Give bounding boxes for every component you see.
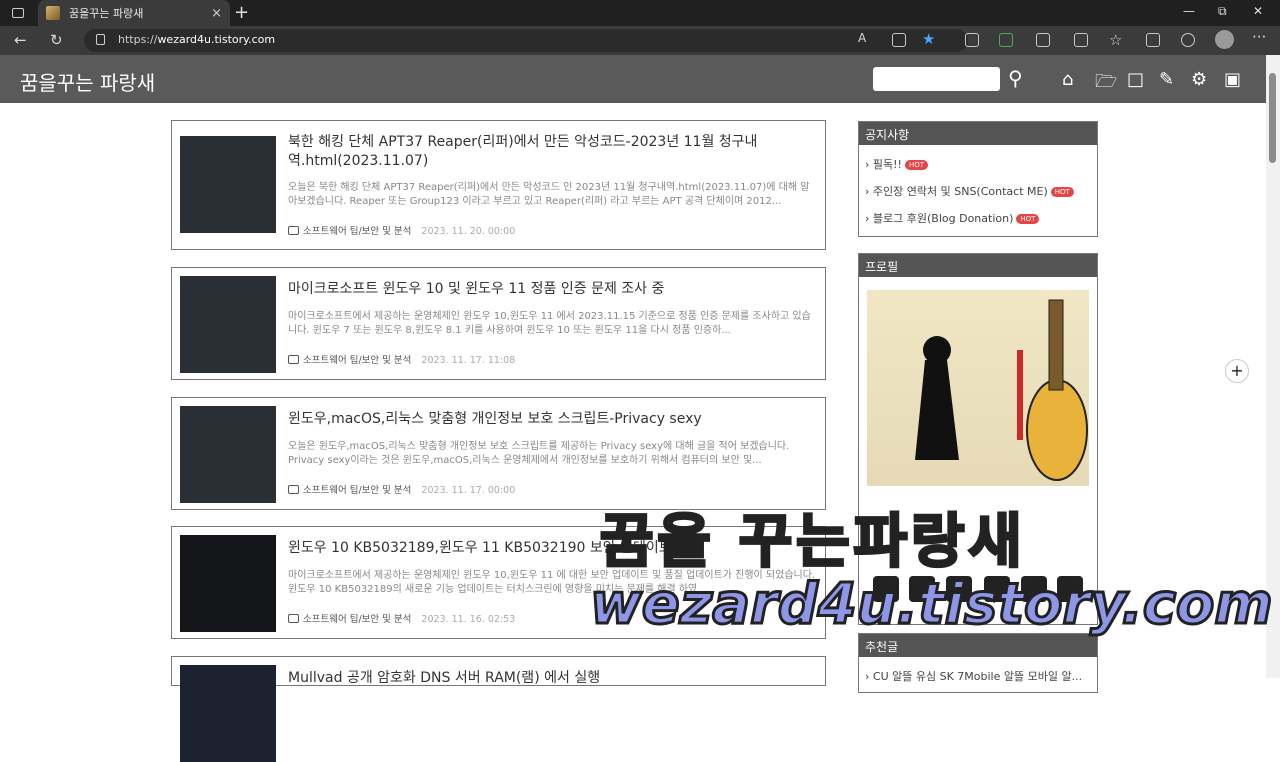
post-category[interactable]: 소프트웨어 팁/보안 및 분석 bbox=[303, 355, 411, 366]
notice-box: 공지사항 › 필독!! HOT › 주인장 연락처 및 SNS(Contact M… bbox=[858, 121, 1098, 237]
restore-icon[interactable]: ⧉ bbox=[1218, 4, 1227, 19]
recommend-list: › CU 알뜰 유심 SK 7Mobile 알뜰 모바일 알... bbox=[859, 657, 1097, 701]
post-title[interactable]: Mullvad 공개 암호화 DNS 서버 RAM(램) 에서 실행 bbox=[288, 669, 818, 688]
extension-icon[interactable] bbox=[965, 33, 979, 47]
split-screen-icon[interactable] bbox=[1074, 33, 1088, 47]
tab-strip: 꿈을꾸는 파랑새 × + — ⧉ ✕ bbox=[0, 0, 1280, 26]
navigation-bar: ← ↻ https://wezard4u.tistory.com A ★ ☆ ·… bbox=[0, 26, 1280, 55]
extension-green-icon[interactable] bbox=[999, 33, 1013, 47]
browser-tab[interactable]: 꿈을꾸는 파랑새 × bbox=[38, 0, 230, 26]
notice-item[interactable]: › 필독!! HOT bbox=[865, 156, 1091, 172]
search-icon[interactable]: ⚲ bbox=[1008, 66, 1023, 90]
blog-header: 꿈을꾸는 파랑새 ⚲ ⌂ 🗁 □ ✎ ⚙ ▣ bbox=[0, 55, 1266, 103]
post-excerpt: 오늘은 윈도우,macOS,리눅스 맞춤형 개인정보 보호 스크립트를 제공하는… bbox=[288, 441, 790, 466]
settings-more-icon[interactable]: ··· bbox=[1252, 28, 1266, 46]
post-meta: 소프트웨어 팁/보안 및 분석 2023. 11. 17. 11:08 bbox=[288, 352, 515, 366]
post-card[interactable]: 북한 해킹 단체 APT37 Reaper(리퍼)에서 만든 악성코드-2023… bbox=[171, 120, 826, 250]
notice-list: › 필독!! HOT › 주인장 연락처 및 SNS(Contact ME) HOT… bbox=[859, 145, 1097, 243]
write-icon[interactable]: ✎ bbox=[1159, 69, 1174, 90]
back-icon[interactable]: ← bbox=[14, 31, 27, 49]
post-thumbnail[interactable] bbox=[180, 406, 276, 503]
profile-illustration bbox=[915, 299, 1088, 481]
post-excerpt: 마이크로소프트에서 제공하는 운영체제인 윈도우 10,윈도우 11 에서 20… bbox=[288, 311, 811, 336]
profile-heading: 프로필 bbox=[859, 254, 1097, 277]
new-tab-button[interactable]: + bbox=[234, 2, 249, 23]
lock-login-icon[interactable]: ▣ bbox=[1224, 69, 1241, 90]
post-meta: 소프트웨어 팁/보안 및 분석 2023. 11. 20. 00:00 bbox=[288, 223, 515, 237]
gear-icon[interactable]: ⚙ bbox=[1191, 69, 1207, 90]
recommend-heading: 추천글 bbox=[859, 634, 1097, 657]
browser-essentials-icon[interactable] bbox=[1181, 33, 1195, 47]
recommend-box: 추천글 › CU 알뜰 유심 SK 7Mobile 알뜰 모바일 알... bbox=[858, 633, 1098, 693]
search-input[interactable] bbox=[873, 67, 1000, 91]
post-title[interactable]: 윈도우,macOS,리눅스 맞춤형 개인정보 보호 스크립트-Privacy s… bbox=[288, 410, 818, 429]
window-close-icon[interactable]: ✕ bbox=[1253, 4, 1263, 18]
scrollbar-thumb[interactable] bbox=[1269, 73, 1276, 163]
read-aloud-icon[interactable]: A bbox=[858, 31, 866, 45]
post-category[interactable]: 소프트웨어 팁/보안 및 분석 bbox=[303, 614, 411, 625]
notice-item[interactable]: › 주인장 연락처 및 SNS(Contact ME) HOT bbox=[865, 183, 1091, 199]
category-icon bbox=[288, 614, 299, 623]
category-icon bbox=[288, 355, 299, 364]
post-category[interactable]: 소프트웨어 팁/보안 및 분석 bbox=[303, 226, 411, 237]
watermark-url: wezard4u.tistory.com bbox=[589, 571, 1275, 639]
tab-title: 꿈을꾸는 파랑새 bbox=[69, 7, 144, 20]
recommend-item[interactable]: › CU 알뜰 유심 SK 7Mobile 알뜰 모바일 알... bbox=[865, 668, 1091, 684]
immersive-reader-icon[interactable] bbox=[892, 33, 906, 47]
tab-close-icon[interactable]: × bbox=[211, 6, 222, 21]
floating-plus-button[interactable]: + bbox=[1225, 359, 1249, 383]
notice-item[interactable]: › 블로그 후원(Blog Donation) HOT bbox=[865, 210, 1091, 226]
profile-image bbox=[867, 290, 1089, 486]
post-date: 2023. 11. 17. 11:08 bbox=[421, 355, 516, 366]
tab-actions-icon[interactable] bbox=[0, 0, 36, 26]
post-date: 2023. 11. 17. 00:00 bbox=[421, 485, 516, 496]
hot-badge: HOT bbox=[904, 160, 929, 170]
favicon-icon bbox=[46, 6, 60, 20]
watermark-title: 꿈을 꾸는파랑새 bbox=[599, 506, 1026, 577]
guestbook-icon[interactable]: □ bbox=[1127, 69, 1144, 90]
url-text: https://wezard4u.tistory.com bbox=[118, 33, 276, 46]
post-meta: 소프트웨어 팁/보안 및 분석 2023. 11. 16. 02:53 bbox=[288, 611, 515, 625]
favorites-icon[interactable]: ☆ bbox=[1109, 31, 1122, 49]
blog-title[interactable]: 꿈을꾸는 파랑새 bbox=[20, 67, 155, 96]
category-icon bbox=[288, 485, 299, 494]
profile-avatar[interactable] bbox=[1215, 30, 1234, 49]
post-title[interactable]: 북한 해킹 단체 APT37 Reaper(리퍼)에서 만든 악성코드-2023… bbox=[288, 133, 818, 171]
post-category[interactable]: 소프트웨어 팁/보안 및 분석 bbox=[303, 485, 411, 496]
post-thumbnail[interactable] bbox=[180, 535, 276, 632]
extensions-icon[interactable] bbox=[1036, 33, 1050, 47]
post-excerpt: 오늘은 북한 해킹 단체 APT37 Reaper(리퍼)에서 만든 악성코드 … bbox=[288, 182, 810, 207]
lock-icon bbox=[96, 34, 105, 45]
minimize-icon[interactable]: — bbox=[1183, 4, 1195, 18]
post-thumbnail[interactable] bbox=[180, 276, 276, 373]
post-meta: 소프트웨어 팁/보안 및 분석 2023. 11. 17. 00:00 bbox=[288, 482, 515, 496]
post-card[interactable]: 마이크로소프트 윈도우 10 및 윈도우 11 정품 인증 문제 조사 중 마이… bbox=[171, 267, 826, 380]
post-card[interactable]: Mullvad 공개 암호화 DNS 서버 RAM(램) 에서 실행 bbox=[171, 656, 826, 762]
category-icon bbox=[288, 226, 299, 235]
folder-icon[interactable]: 🗁 bbox=[1095, 69, 1117, 99]
post-thumbnail[interactable] bbox=[180, 665, 276, 762]
address-bar[interactable]: https://wezard4u.tistory.com A ★ bbox=[84, 29, 968, 52]
post-date: 2023. 11. 20. 00:00 bbox=[421, 226, 516, 237]
refresh-icon[interactable]: ↻ bbox=[50, 31, 63, 49]
hot-badge: HOT bbox=[1016, 214, 1040, 224]
notice-heading: 공지사항 bbox=[859, 122, 1097, 145]
home-icon[interactable]: ⌂ bbox=[1062, 69, 1073, 90]
collections-icon[interactable] bbox=[1146, 33, 1160, 47]
post-title[interactable]: 마이크로소프트 윈도우 10 및 윈도우 11 정품 인증 문제 조사 중 bbox=[288, 280, 818, 299]
post-thumbnail[interactable] bbox=[180, 136, 276, 233]
favorite-star-icon[interactable]: ★ bbox=[922, 30, 935, 48]
post-date: 2023. 11. 16. 02:53 bbox=[421, 614, 516, 625]
hot-badge: HOT bbox=[1050, 187, 1074, 197]
